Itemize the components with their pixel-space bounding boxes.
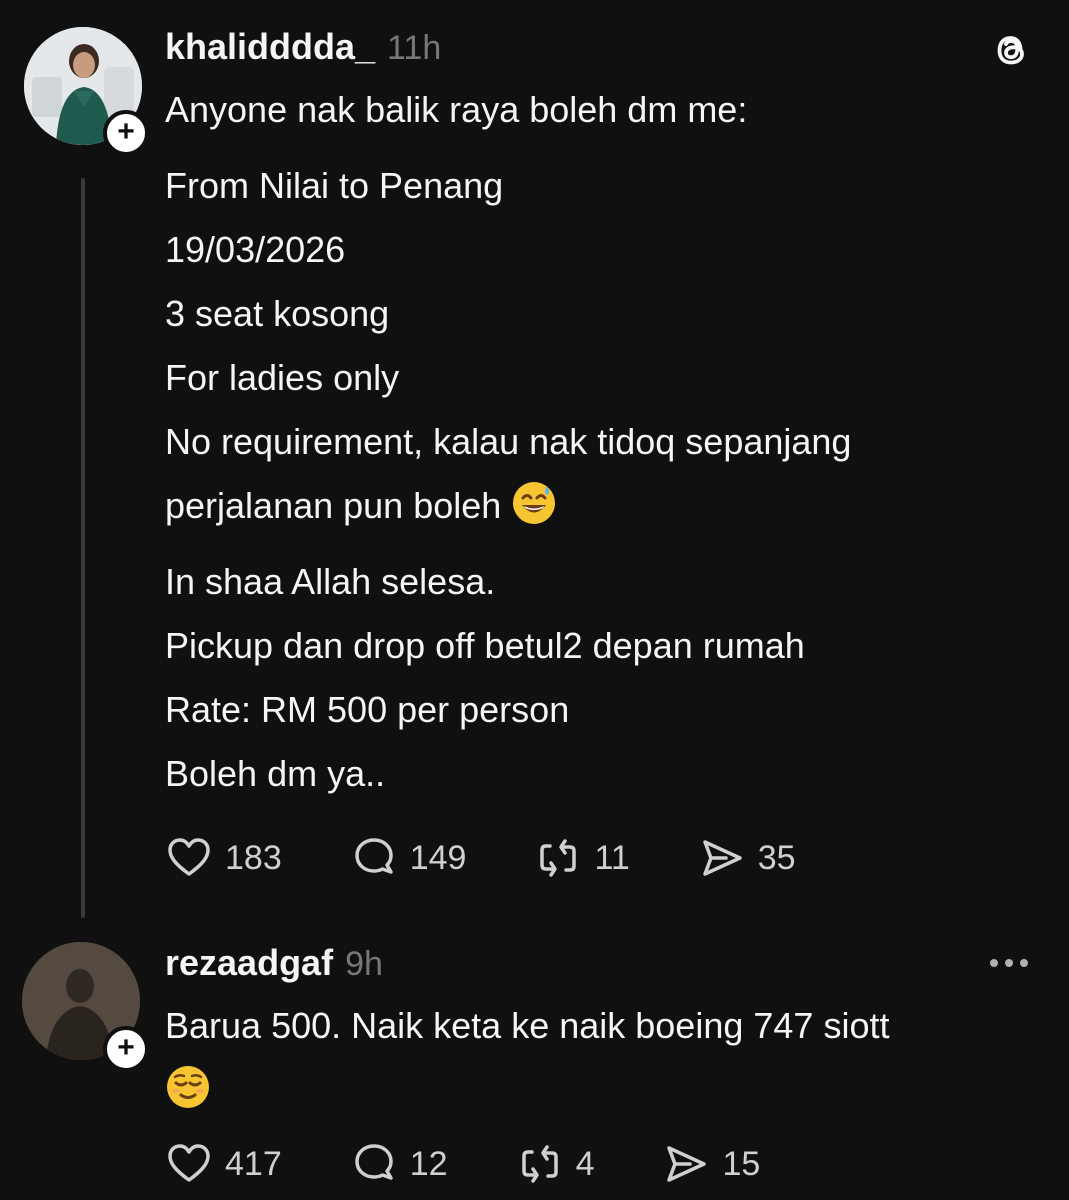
post-header: khalidddda_ 11h — [165, 26, 441, 68]
share-button[interactable]: 15 — [662, 1140, 760, 1188]
reply-count: 12 — [409, 1144, 448, 1183]
post-text-line: Anyone nak balik raya boleh dm me: — [165, 89, 748, 130]
post-text-line: Boleh dm ya.. — [165, 753, 386, 794]
repost-icon — [540, 839, 577, 877]
repost-count: 11 — [594, 838, 630, 877]
repost-icon — [521, 1145, 558, 1183]
post-text-line: Rate: RM 500 per person — [165, 689, 570, 730]
post-text-line-emoji — [165, 1058, 1045, 1122]
repost-count: 4 — [575, 1144, 595, 1183]
heart-icon — [168, 838, 210, 876]
post-text-line: Pickup dan drop off betul2 depan rumah — [165, 625, 805, 666]
post-text-line: 19/03/2026 — [165, 229, 346, 270]
reply-button[interactable]: 12 — [350, 1140, 448, 1188]
username[interactable]: khalidddda_ — [165, 26, 375, 68]
post-body: Barua 500. Naik keta ke naik boeing 747 … — [165, 994, 1045, 1122]
post-text-line: 3 seat kosong — [165, 293, 390, 334]
post-text: perjalanan pun boleh — [165, 485, 502, 526]
post-text-line: Barua 500. Naik keta ke naik boeing 747 … — [165, 1005, 890, 1046]
like-button[interactable]: 417 — [165, 1140, 282, 1188]
timestamp: 9h — [345, 945, 383, 983]
relieved-emoji — [167, 1066, 209, 1108]
repost-button[interactable]: 4 — [516, 1140, 595, 1188]
reply-button[interactable]: 149 — [350, 834, 467, 882]
reply-count: 149 — [409, 838, 467, 877]
post-main: + khalidddda_ 11h Anyone nak balik raya … — [0, 0, 1069, 930]
post-reply: + rezaadgaf 9h Barua 500. Naik keta ke n… — [0, 930, 1069, 1200]
post-actions: 417 12 4 15 — [165, 1140, 828, 1188]
post-text-line: In shaa Allah selesa. — [165, 561, 496, 602]
grinning-sweat-emoji — [513, 482, 556, 524]
thread-line — [81, 178, 85, 918]
post-text-line: From Nilai to Penang — [165, 165, 504, 206]
heart-icon — [168, 1144, 210, 1182]
post-actions: 183 149 11 35 — [165, 834, 864, 882]
share-button[interactable]: 35 — [698, 834, 796, 882]
share-icon — [667, 1146, 707, 1182]
post-body: Anyone nak balik raya boleh dm me: From … — [165, 78, 851, 806]
like-button[interactable]: 183 — [165, 834, 282, 882]
follow-plus-icon[interactable]: + — [103, 110, 149, 156]
threads-logo-icon[interactable] — [989, 28, 1033, 72]
like-count: 417 — [225, 1144, 282, 1183]
share-count: 35 — [757, 838, 796, 877]
like-count: 183 — [225, 838, 282, 877]
username[interactable]: rezaadgaf — [165, 942, 333, 984]
post-text-line: No requirement, kalau nak tidoq sepanjan… — [165, 421, 852, 462]
timestamp: 11h — [387, 29, 442, 67]
post-text-line-with-emoji: perjalanan pun boleh — [165, 474, 851, 538]
post-header: rezaadgaf 9h — [165, 942, 383, 984]
more-options-icon[interactable] — [987, 954, 1031, 972]
share-count: 15 — [722, 1144, 761, 1183]
repost-button[interactable]: 11 — [534, 834, 630, 882]
post-text-line: For ladies only — [165, 357, 400, 398]
share-icon — [703, 840, 742, 876]
comment-icon — [354, 838, 393, 874]
follow-plus-icon[interactable]: + — [103, 1026, 149, 1072]
comment-icon — [354, 1144, 393, 1180]
